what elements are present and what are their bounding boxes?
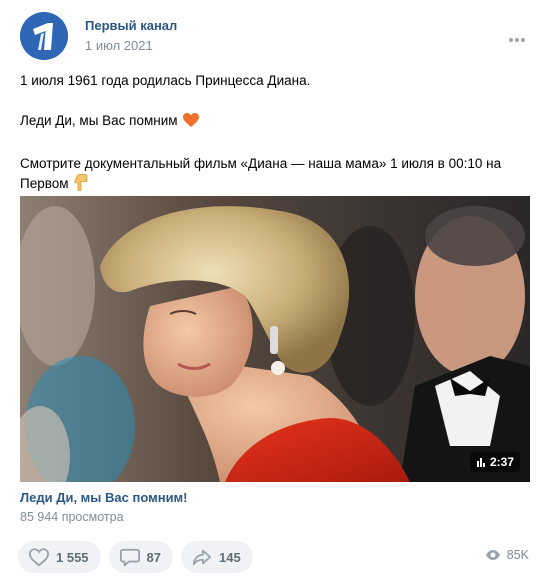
heart-icon (28, 548, 50, 567)
post-header: Первый канал 1 июл 2021 (20, 12, 530, 60)
post-text-line: Смотрите документальный фильм «Диана — н… (20, 156, 502, 171)
channel-one-logo-icon (20, 12, 68, 60)
share-button[interactable]: 145 (181, 541, 253, 573)
views-indicator: 85K (485, 548, 529, 562)
channel-avatar[interactable] (20, 12, 68, 60)
author-name[interactable]: Первый канал (85, 18, 177, 33)
bars-icon (476, 458, 485, 467)
comment-count: 87 (146, 549, 162, 565)
comment-icon (119, 548, 140, 567)
post-actions: 1 555 87 145 (18, 541, 253, 573)
post-text-line: Первом (20, 174, 530, 197)
video-thumbnail (20, 196, 530, 482)
post-text: 1 июля 1961 года родилась Принцесса Диан… (20, 71, 530, 197)
more-options-icon[interactable] (508, 30, 526, 42)
video-views: 85 944 просмотра (20, 510, 124, 524)
video-duration-badge: 2:37 (469, 452, 520, 472)
video-title[interactable]: Леди Ди, мы Вас помним! (20, 490, 188, 505)
views-total: 85K (506, 548, 529, 562)
comment-button[interactable]: 87 (108, 541, 174, 573)
eye-icon (485, 550, 500, 560)
post-date[interactable]: 1 июл 2021 (85, 38, 153, 53)
like-button[interactable]: 1 555 (18, 541, 101, 573)
video-duration: 2:37 (489, 455, 514, 469)
post-card: Первый канал 1 июл 2021 1 июля 1961 года… (0, 0, 547, 581)
pointing-down-hand-icon (74, 174, 88, 197)
post-text-line: Леди Ди, мы Вас помним (20, 111, 530, 134)
share-count: 145 (219, 549, 241, 565)
like-count: 1 555 (56, 549, 89, 565)
share-icon (192, 549, 212, 566)
post-text-line: 1 июля 1961 года родилась Принцесса Диан… (20, 73, 311, 88)
video-player[interactable]: 2:37 (20, 196, 530, 482)
orange-heart-icon (183, 113, 200, 134)
